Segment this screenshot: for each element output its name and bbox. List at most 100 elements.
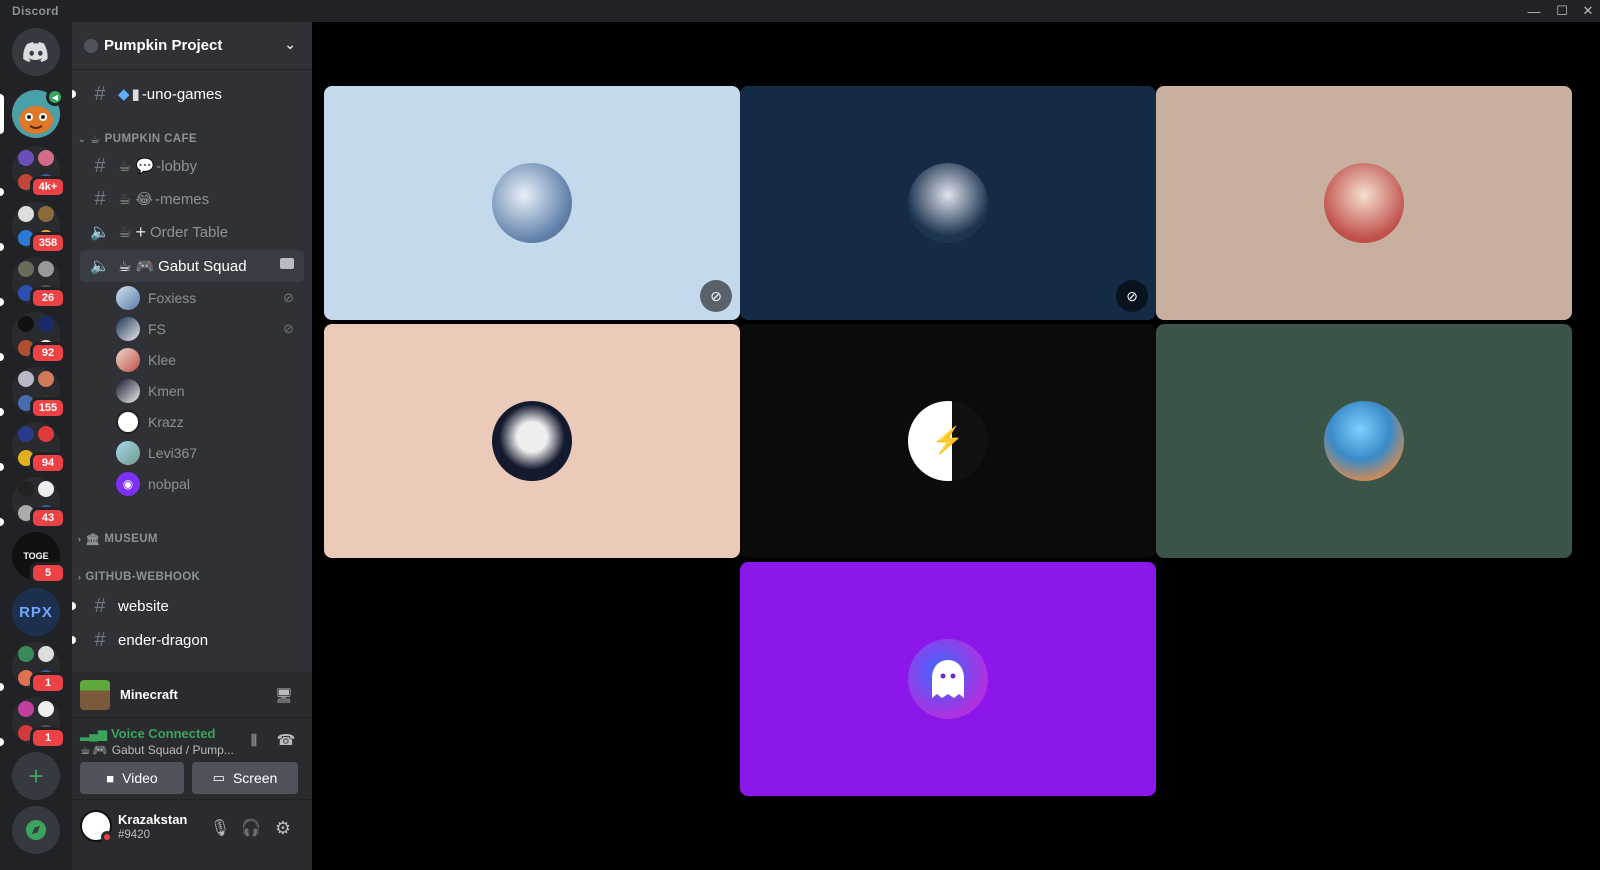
voice-connection-panel: ▂▄▆ Voice Connected ☕ 🎮 Gabut Squad / Pu… (72, 718, 312, 800)
home-button[interactable] (12, 28, 60, 76)
mic-muted-icon: ⊘ (283, 290, 294, 305)
signal-icon: ▂▄▆ (80, 726, 107, 741)
voice-user[interactable]: Krazz (116, 408, 304, 436)
explore-servers-button[interactable] (12, 806, 60, 854)
channel-lobby[interactable]: # ☕ 💬 -lobby (80, 150, 304, 182)
server-folder-6[interactable]: 94 (12, 422, 66, 474)
coffee-icon: ☕ (118, 158, 132, 175)
video-button[interactable]: ■ Video (80, 762, 184, 794)
channel-order-table[interactable]: 🔈 ☕ + Order Table (80, 216, 304, 248)
voice-user[interactable]: Levi367 (116, 439, 304, 467)
server-folder-1[interactable]: 4k+ (12, 146, 66, 198)
unread-indicator (0, 353, 4, 361)
server-folder-9[interactable]: 1 (12, 697, 66, 749)
server-folder-5[interactable]: 155 (12, 367, 66, 419)
channel-website[interactable]: # website (80, 590, 304, 622)
maximize-button[interactable]: ☐ (1548, 0, 1576, 22)
mention-badge: 358 (30, 232, 66, 254)
channel-memes[interactable]: # ☕ 😂 -memes (80, 183, 304, 215)
hash-icon: # (94, 628, 106, 651)
channel-ender-dragon[interactable]: # ender-dragon (80, 624, 304, 656)
screen-button[interactable]: ▭ Screen (192, 762, 298, 794)
server-folder-2[interactable]: 358 (12, 202, 66, 254)
plus-icon: + (28, 760, 44, 791)
avatar (908, 639, 988, 719)
user-panel: Krazakstan #9420 🎙 🎧 ⚙ (72, 800, 312, 870)
noise-suppression-icon[interactable]: ⫼ (242, 728, 266, 752)
disconnect-icon[interactable]: ☎ (274, 728, 298, 752)
participant-tile[interactable]: ⊘ (740, 86, 1156, 320)
avatar: ⚡ (908, 401, 988, 481)
server-pumpkin-project[interactable]: ◀ (12, 88, 64, 138)
unread-indicator (0, 738, 4, 746)
hash-icon: # (94, 594, 106, 617)
avatar[interactable] (80, 810, 113, 843)
voice-stage: ⊘ ⊘ ⚡ (312, 22, 1600, 870)
coffee-icon: ☕ (89, 134, 101, 146)
ghost-icon: ◉ (116, 472, 140, 496)
server-list: ◀ 4k+ 358 26 92 155 94 43 TOGE 5 RPX 1 1… (0, 22, 72, 870)
add-server-button[interactable]: + (12, 752, 60, 800)
close-button[interactable]: ✕ (1574, 0, 1600, 22)
avatar (908, 163, 988, 243)
screen-icon: ▭ (212, 770, 225, 785)
mention-badge: 94 (30, 452, 66, 474)
participant-tile[interactable] (1156, 86, 1572, 320)
ghost-icon (932, 660, 964, 698)
chat-icon[interactable] (280, 258, 294, 269)
headphones-icon[interactable]: 🎧 (239, 816, 263, 840)
voice-location[interactable]: ☕ 🎮 Gabut Squad / Pump... (80, 743, 234, 757)
participant-tile[interactable] (740, 562, 1156, 796)
participant-tile[interactable]: ⚡ (740, 324, 1156, 558)
server-folder-7[interactable]: 43 (12, 477, 66, 529)
username: Krazakstan (118, 812, 188, 827)
speaker-icon: 🔈 (90, 224, 110, 241)
channel-gabut-squad[interactable]: 🔈 ☕ 🎮 Gabut Squad (80, 250, 304, 282)
server-rpx[interactable]: RPX (12, 588, 60, 636)
category-pumpkin-cafe[interactable]: ⌄ ☕ PUMPKIN CAFE (78, 132, 197, 146)
screen-share-icon[interactable]: 🖥 (272, 683, 296, 707)
chevron-down-icon[interactable]: ⌄ (284, 36, 296, 53)
server-toge[interactable]: TOGE 5 (12, 532, 66, 584)
unread-indicator (0, 408, 4, 416)
server-header[interactable]: Pumpkin Project ⌄ (72, 22, 312, 70)
mention-badge: 155 (30, 397, 66, 419)
server-folder-4[interactable]: 92 (12, 312, 66, 364)
mic-muted-icon: ⊘ (700, 280, 732, 312)
hash-icon: # (94, 187, 106, 210)
rpx-label: RPX (19, 603, 53, 621)
channel-sidebar: Pumpkin Project ⌄ # ◆ ▮ -uno-games ⌄ ☕ P… (72, 22, 312, 870)
category-museum[interactable]: › 🏛 MUSEUM (78, 532, 158, 546)
unread-indicator (0, 243, 4, 251)
unread-indicator (0, 298, 4, 306)
voice-user[interactable]: Kmen (116, 377, 304, 405)
participant-tile[interactable]: ⊘ (324, 86, 740, 320)
coffee-icon: ☕ (118, 191, 132, 208)
voice-user[interactable]: ◉ nobpal (116, 470, 304, 498)
voice-status[interactable]: ▂▄▆ Voice Connected (80, 726, 215, 741)
voice-user[interactable]: FS ⊘ (116, 315, 304, 343)
mention-badge: 1 (30, 727, 66, 749)
server-folder-8[interactable]: 1 (12, 642, 66, 694)
participant-tile[interactable] (324, 324, 740, 558)
channel-uno-games[interactable]: # ◆ ▮ -uno-games (80, 78, 304, 110)
voice-user[interactable]: Foxiess ⊘ (116, 284, 304, 312)
mention-badge: 5 (30, 562, 66, 584)
server-folder-3[interactable]: 26 (12, 257, 66, 309)
gear-icon[interactable]: ⚙ (271, 816, 295, 840)
unread-indicator (0, 683, 4, 691)
microphone-icon[interactable]: 🎙 (208, 816, 232, 840)
speech-bubble-icon: 💬 (135, 158, 155, 175)
category-github-webhook[interactable]: › GITHUB-WEBHOOK (78, 571, 200, 583)
coffee-icon: ☕ (118, 224, 132, 241)
participant-tile[interactable] (1156, 324, 1572, 558)
avatar (116, 441, 140, 465)
minimize-button[interactable]: — (1520, 0, 1548, 22)
mention-badge: 43 (30, 507, 66, 529)
server-boost-icon (84, 38, 98, 53)
activity-panel[interactable]: Minecraft 🖥 (72, 672, 312, 718)
voice-user[interactable]: Klee (116, 346, 304, 374)
mention-badge: 1 (30, 672, 66, 694)
mention-badge: 92 (30, 342, 66, 364)
compass-icon (12, 806, 60, 854)
